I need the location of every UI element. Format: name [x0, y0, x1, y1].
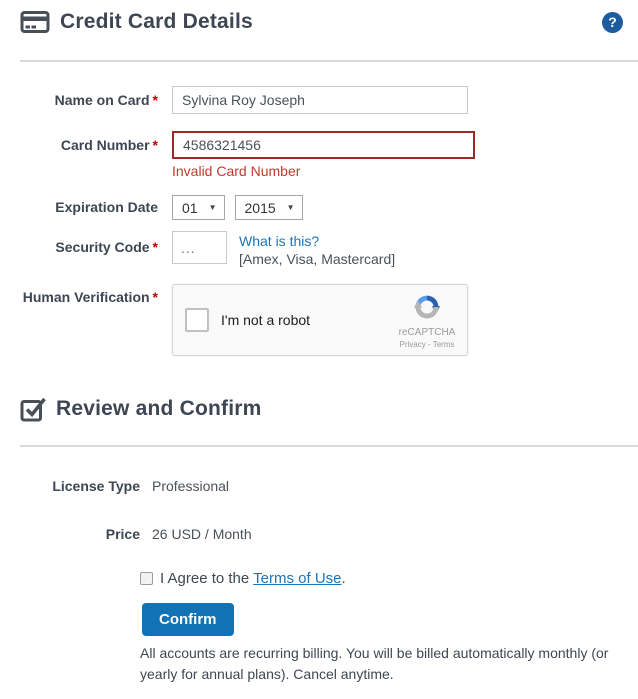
agree-text: I Agree to the Terms of Use.: [160, 570, 346, 587]
recaptcha-brand-text: reCAPTCHA: [398, 327, 456, 338]
license-type-value: Professional: [152, 478, 230, 494]
expiration-year-select[interactable]: 2015 ▼: [234, 195, 303, 220]
license-type-label: License Type: [52, 478, 140, 494]
security-code-hint: [Amex, Visa, Mastercard]: [239, 251, 396, 267]
human-verification-label: Human Verification *: [22, 289, 158, 305]
card-number-label: Card Number *: [60, 137, 158, 153]
review-section: License Type Professional Price 26 USD /…: [0, 478, 638, 685]
security-code-row: Security Code* What is this? [Amex, Visa…: [20, 231, 638, 268]
recaptcha-logo-icon: [412, 295, 442, 326]
billing-footnote: All accounts are recurring billing. You …: [140, 645, 609, 682]
terms-of-use-link[interactable]: Terms of Use: [253, 570, 341, 587]
expiration-date-row: Expiration Date 01 ▼ 2015 ▼: [20, 195, 638, 220]
review-title: Review and Confirm: [56, 397, 262, 420]
credit-card-page: Credit Card Details ? Name on Card* Card…: [0, 0, 638, 699]
expiration-month-select[interactable]: 01 ▼: [172, 195, 225, 220]
price-value: 26 USD / Month: [152, 526, 252, 542]
card-number-input[interactable]: [172, 131, 475, 159]
agree-checkbox[interactable]: [140, 572, 153, 585]
help-icon[interactable]: ?: [602, 11, 623, 33]
required-marker: *: [152, 289, 158, 305]
confirm-button[interactable]: Confirm: [142, 603, 234, 636]
recaptcha-widget: I'm not a robot reCAPTCHA Privacy - Term…: [172, 284, 468, 356]
required-marker: *: [152, 137, 158, 153]
section-divider: [20, 445, 638, 447]
price-row: Price 26 USD / Month: [20, 526, 638, 542]
recaptcha-checkbox[interactable]: [185, 308, 209, 332]
page-title: Credit Card Details: [60, 10, 253, 33]
recaptcha-branding: reCAPTCHA Privacy - Terms: [395, 292, 459, 349]
chevron-down-icon: ▼: [286, 203, 295, 212]
security-code-input[interactable]: [172, 231, 227, 264]
expiration-date-label: Expiration Date: [55, 199, 158, 215]
license-type-row: License Type Professional: [20, 478, 638, 494]
required-marker: *: [152, 239, 158, 255]
name-on-card-input[interactable]: [172, 86, 468, 114]
human-verification-row: Human Verification * I'm not a robot reC…: [20, 284, 638, 356]
agree-row: I Agree to the Terms of Use.: [140, 570, 638, 587]
chevron-down-icon: ▼: [208, 203, 217, 212]
credit-card-icon: [20, 10, 50, 34]
security-code-label: Security Code *: [55, 239, 158, 255]
required-marker: *: [152, 92, 158, 108]
recaptcha-checkbox-label: I'm not a robot: [221, 312, 311, 328]
expiration-month-value: 01: [182, 199, 198, 216]
help-glyph: ?: [608, 14, 617, 30]
credit-card-details-header: Credit Card Details ?: [0, 0, 638, 34]
recaptcha-terms-link[interactable]: Terms: [433, 340, 455, 349]
price-label: Price: [105, 526, 140, 542]
name-on-card-label: Name on Card *: [54, 92, 158, 108]
expiration-year-value: 2015: [244, 199, 276, 216]
card-number-error: Invalid Card Number: [172, 163, 301, 179]
what-is-this-link[interactable]: What is this?: [239, 233, 319, 249]
review-and-confirm-header: Review and Confirm: [0, 386, 638, 422]
card-number-row: Card Number* Invalid Card Number: [20, 131, 638, 179]
recaptcha-privacy-link[interactable]: Privacy: [400, 340, 426, 349]
credit-card-form: Name on Card* Card Number* Invalid Card …: [0, 62, 638, 356]
recaptcha-link-separator: -: [425, 340, 433, 349]
checked-box-icon: [20, 396, 46, 422]
name-on-card-row: Name on Card *: [20, 86, 638, 114]
